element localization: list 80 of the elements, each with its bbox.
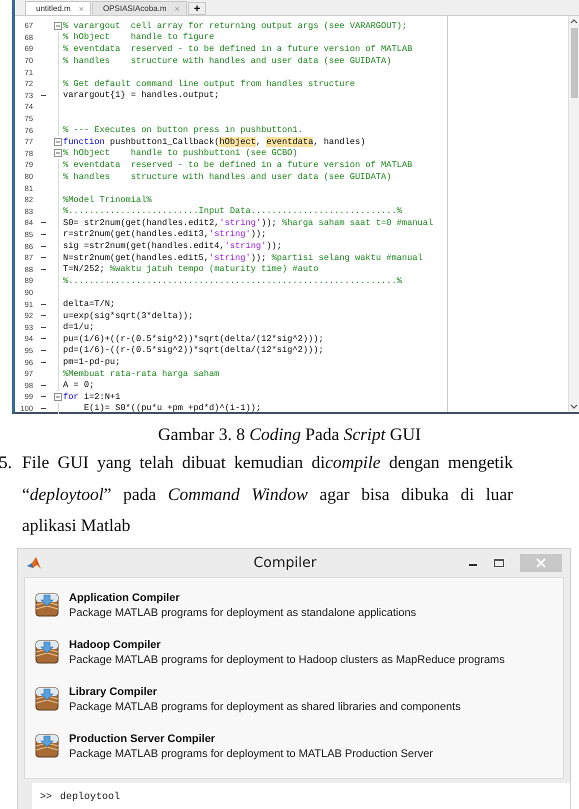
scroll-down-icon[interactable] (570, 404, 578, 410)
code-line: function pushbutton1_Callback(hObject, eventdata, handles) (63, 136, 366, 147)
option-description: Package MATLAB programs for deployment as shared libraries and components (69, 700, 461, 712)
breakpoint-dash[interactable] (40, 246, 46, 247)
code-line: delta=T/N; (63, 299, 116, 310)
compiler-option[interactable]: Application Compiler Package MATLAB programs for deployment as standalone applications (25, 582, 563, 628)
code-line: pm=1-pd-pu; (63, 357, 120, 368)
code-line: N=str2num(get(handles.edit5,'string')); %partisi selang waktu #manual (63, 252, 423, 263)
code-line: S0= str2num(get(handles.edit2,'string')); %harga saham saat t=0 #manual (63, 218, 434, 228)
maximize-icon[interactable] (494, 558, 504, 568)
command-text: deploytool (60, 792, 120, 803)
package-box-icon (35, 734, 59, 758)
code-line: u=exp(sig*sqrt(3*delta)); (63, 310, 194, 321)
new-tab-button[interactable]: + (188, 2, 206, 15)
figure-caption: Gambar 3. 8 Coding Pada Script GUI (157, 424, 422, 445)
breakpoint-dash[interactable] (40, 326, 46, 328)
option-title: Application Compiler (69, 592, 181, 604)
breakpoint-dash[interactable] (40, 268, 46, 270)
compiler-option[interactable]: Production Server Compiler Package MATLAB programs for deployment to MATLAB Production Server (25, 722, 563, 770)
file-tab[interactable]: OPSIASIAcoba.m × (92, 1, 187, 15)
code-line: E(i)= S0*((pu*u +pm +pd*d)^(i-1)); (82, 403, 262, 414)
paragraph: File GUI yang telah dibuat kemudian dicompile dengan mengetik “deploytool” pada Command Window agar bisa dibuka di luar aplikasi Matlab (22, 451, 513, 537)
fold-toggle-icon[interactable] (54, 149, 62, 158)
code-line: % Get default command line output from handles structure (63, 78, 355, 89)
option-title: Hadoop Compiler (69, 638, 162, 650)
command-prompt: >> (40, 792, 52, 803)
list-number: 5. (0, 451, 13, 474)
code-line: % --- Executes on button press in pushbutton1. (63, 125, 303, 136)
peak-logo-icon (26, 556, 42, 570)
option-title: Production Server Compiler (69, 732, 216, 744)
command-window[interactable]: >> deploytool (32, 782, 570, 809)
code-line: % hObject handle to pushbutton1 (see GCBO) (63, 148, 298, 158)
scrollbar[interactable] (568, 16, 579, 412)
file-tab[interactable]: untitled.m × (25, 1, 91, 15)
code-line: %...............................................................% (63, 276, 402, 286)
breakpoint-dash[interactable] (40, 338, 46, 340)
option-description: Package MATLAB programs for deployment to MATLAB Production Server (69, 748, 433, 760)
breakpoint-dash[interactable] (40, 222, 46, 224)
compiler-option[interactable]: Hadoop Compiler Package MATLAB programs for deployment to Hadoop clusters as MapReduce programs (25, 628, 563, 676)
code-line: % eventdata reserved - to be defined in a future version of MATLAB (63, 44, 412, 54)
fold-toggle-icon[interactable] (54, 392, 62, 401)
code-line: varargout{1} = handles.output; (63, 90, 220, 100)
code-line: T=N/252; %waktu jatuh tempo (maturity time) #auto (63, 264, 318, 274)
breakpoint-dash[interactable] (40, 408, 46, 409)
code-line: % hObject handle to figure (63, 32, 214, 42)
code-line: for i=2:N+1 (63, 392, 120, 402)
code-line: pd=(1/6)-((r-(0.5*sig^2))*sqrt(delta/(12*sig^2))); (63, 345, 324, 356)
breakpoint-dash[interactable] (40, 350, 46, 351)
breakpoint-dash[interactable] (40, 94, 46, 96)
package-box-icon (35, 687, 59, 711)
code-line: %.........................Input Data............................% (63, 206, 402, 216)
code-line: pu=(1/6)+((r-(0.5*sig^2))*sqrt(delta/(12*sig^2))); (63, 334, 324, 344)
window-title: Compiler (252, 554, 318, 570)
option-description: Package MATLAB programs for deployment as standalone applications (69, 606, 416, 618)
breakpoint-dash[interactable] (40, 362, 46, 363)
package-box-icon (35, 593, 59, 617)
breakpoint-dash[interactable] (40, 234, 46, 235)
breakpoint-dash[interactable] (40, 315, 46, 316)
code-line: r=str2num(get(handles.edit3,'string')); (63, 229, 266, 240)
compiler-option[interactable]: Library Compiler Package MATLAB programs for deployment as shared libraries and components (25, 676, 563, 722)
code-line: % handles structure with handles and user data (see GUIDATA) (63, 56, 392, 66)
code-line: %Membuat rata-rata harga saham (63, 368, 220, 379)
code-line: A = 0; (63, 380, 94, 390)
code-line: % handles structure with handles and user data (see GUIDATA) (63, 172, 392, 182)
option-description: Package MATLAB programs for deployment to Hadoop clusters as MapReduce programs (69, 654, 505, 666)
scroll-up-icon[interactable] (570, 18, 578, 24)
scroll-thumb[interactable] (570, 28, 578, 98)
code-line: sig =str2num(get(handles.edit4,'string')); (63, 241, 282, 252)
code-line: % eventdata reserved - to be defined in a future version of MATLAB (63, 160, 412, 170)
breakpoint-dash[interactable] (40, 384, 46, 386)
option-title: Library Compiler (69, 686, 158, 698)
breakpoint-dash[interactable] (40, 257, 46, 258)
fold-toggle-icon[interactable] (54, 22, 62, 30)
code-line: %Model Trinomial% (63, 194, 152, 205)
breakpoint-dash[interactable] (40, 396, 46, 398)
fold-toggle-icon[interactable] (54, 138, 62, 146)
breakpoint-dash[interactable] (40, 304, 46, 305)
package-box-icon (35, 640, 59, 664)
code-line: d=1/u; (63, 322, 94, 332)
code-line: % varargout cell array for returning output args (see VARARGOUT); (63, 20, 408, 31)
